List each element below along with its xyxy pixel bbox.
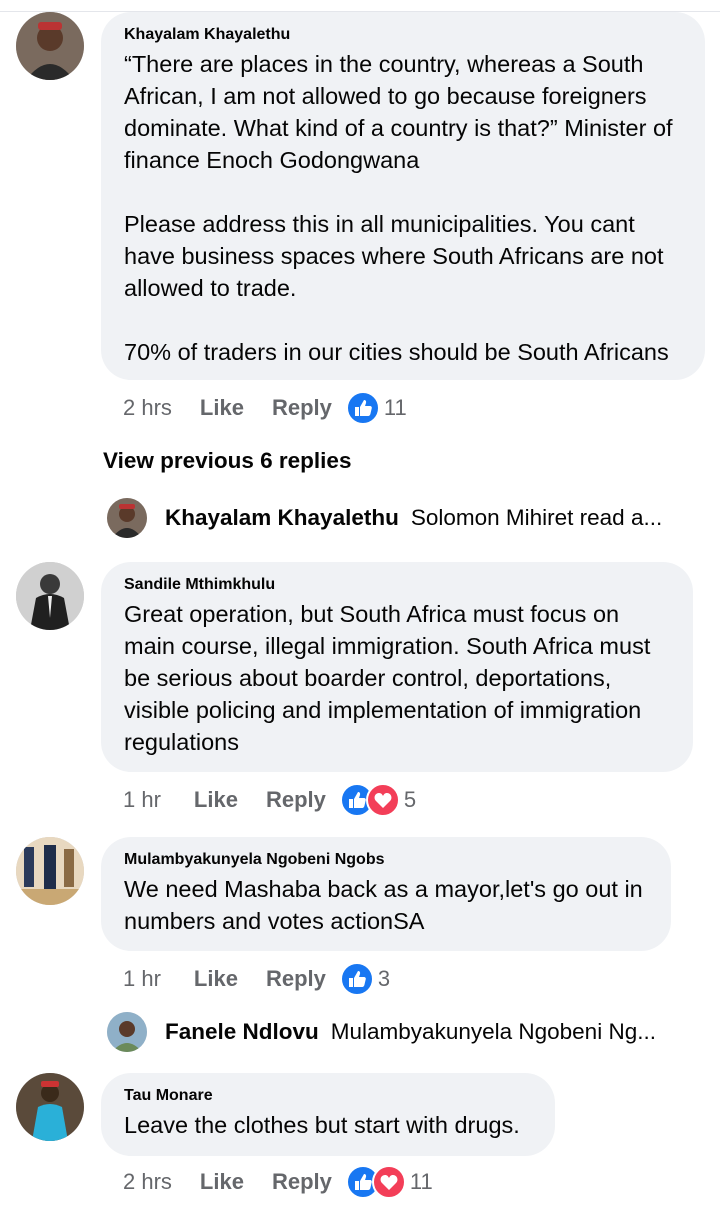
love-reaction-icon — [371, 1165, 406, 1199]
comment-bubble: Khayalam Khayalethu “There are places in… — [101, 12, 705, 380]
like-button[interactable]: Like — [200, 395, 244, 421]
comment-author[interactable]: Khayalam Khayalethu — [124, 26, 683, 44]
reaction-count[interactable]: 5 — [404, 787, 416, 813]
reply-author[interactable]: Khayalam Khayalethu — [165, 505, 399, 531]
comment-text: “There are places in the country, wherea… — [124, 51, 673, 365]
comment-actions: 1 hr Like Reply 5 — [123, 783, 416, 817]
comment-author[interactable]: Mulambyakunyela Ngobeni Ngobs — [124, 851, 649, 869]
like-button[interactable]: Like — [194, 787, 238, 813]
comment-text: We need Mashaba back as a mayor,let's go… — [124, 876, 643, 934]
reaction-count[interactable]: 3 — [378, 966, 390, 992]
comment-bubble: Mulambyakunyela Ngobeni Ngobs We need Ma… — [101, 837, 671, 951]
reply-button[interactable]: Reply — [272, 395, 332, 421]
avatar-tau[interactable] — [16, 1073, 84, 1141]
reply-preview-text: Solomon Mihiret read a... — [410, 505, 663, 530]
reply-preview[interactable]: Fanele Ndlovu Mulambyakunyela Ngobeni Ng… — [107, 1012, 656, 1052]
like-reaction-icon — [339, 962, 374, 996]
comment-author[interactable]: Sandile Mthimkhulu — [124, 576, 671, 594]
avatar-small — [107, 1012, 147, 1052]
comment-time[interactable]: 2 hrs — [123, 1169, 172, 1195]
like-reaction-icon — [345, 391, 380, 425]
like-button[interactable]: Like — [200, 1169, 244, 1195]
avatar-mulambyakunyela[interactable] — [16, 837, 84, 905]
reaction-count[interactable]: 11 — [410, 1169, 433, 1195]
reply-preview[interactable]: Khayalam Khayalethu Solomon Mihiret read… — [107, 498, 662, 538]
comment-time[interactable]: 1 hr — [123, 966, 161, 992]
comment-time[interactable]: 1 hr — [123, 787, 161, 813]
comment-text: Leave the clothes but start with drugs. — [124, 1112, 520, 1138]
comment-text: Great operation, but South Africa must f… — [124, 601, 651, 755]
comment-bubble: Tau Monare Leave the clothes but start w… — [101, 1073, 555, 1156]
comment-time[interactable]: 2 hrs — [123, 395, 172, 421]
reply-button[interactable]: Reply — [266, 787, 326, 813]
comment-bubble: Sandile Mthimkhulu Great operation, but … — [101, 562, 693, 772]
view-previous-replies[interactable]: View previous 6 replies — [103, 448, 351, 474]
reaction-count[interactable]: 11 — [384, 395, 407, 421]
comment-author[interactable]: Tau Monare — [124, 1087, 533, 1105]
reply-author[interactable]: Fanele Ndlovu — [165, 1019, 319, 1045]
avatar-sandile[interactable] — [16, 562, 84, 630]
reactions[interactable] — [345, 1165, 406, 1199]
love-reaction-icon — [365, 783, 400, 817]
avatar-khayalam[interactable] — [16, 12, 84, 80]
like-button[interactable]: Like — [194, 966, 238, 992]
reactions[interactable] — [339, 962, 374, 996]
reply-button[interactable]: Reply — [266, 966, 326, 992]
comment-actions: 1 hr Like Reply 3 — [123, 962, 390, 996]
avatar-small — [107, 498, 147, 538]
reply-preview-text: Mulambyakunyela Ngobeni Ng... — [330, 1019, 656, 1044]
comment-actions: 2 hrs Like Reply 11 — [123, 391, 407, 425]
reactions[interactable] — [339, 783, 400, 817]
reply-button[interactable]: Reply — [272, 1169, 332, 1195]
reactions[interactable] — [345, 391, 380, 425]
comment-actions: 2 hrs Like Reply 11 — [123, 1165, 433, 1199]
